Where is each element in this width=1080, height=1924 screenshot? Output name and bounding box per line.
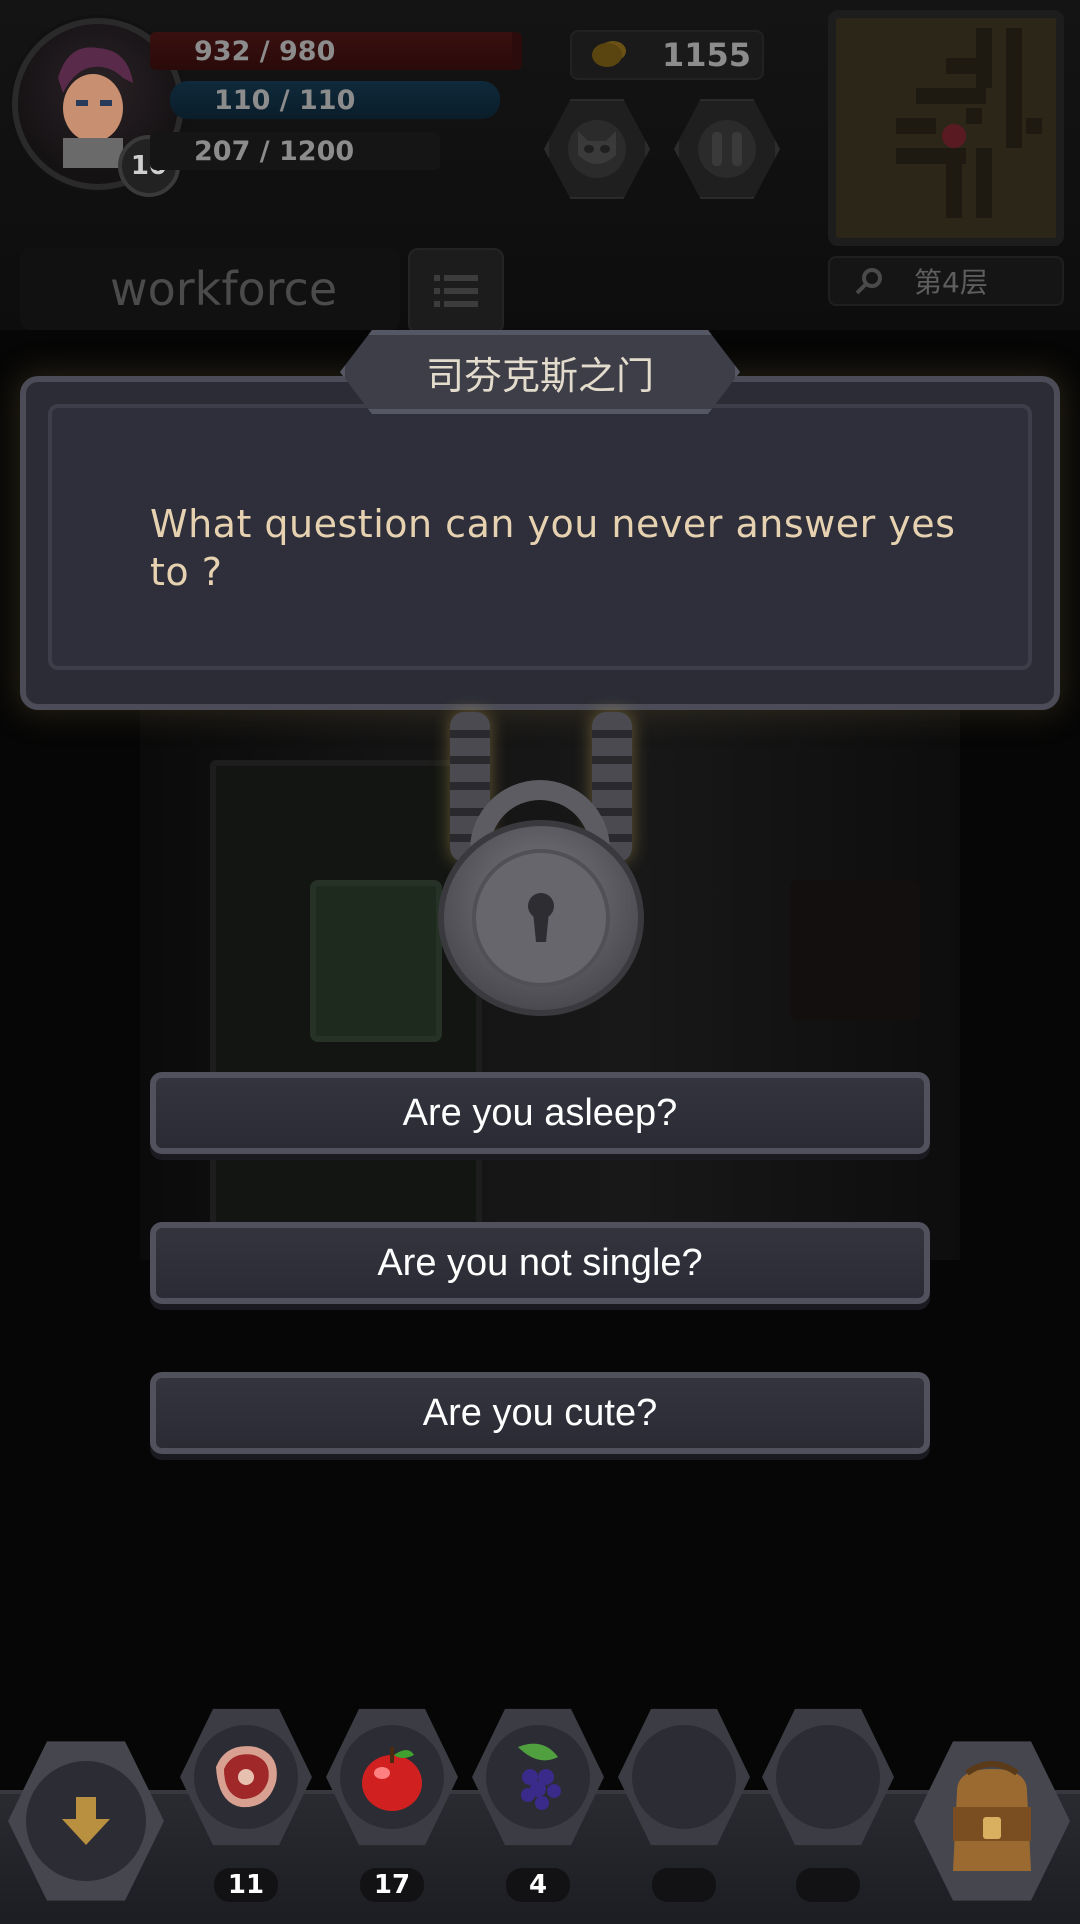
mp-value: 110 / 110 — [214, 84, 356, 116]
riddle-question: What question can you never answer yes t… — [150, 502, 956, 594]
gold-counter: 1155 — [570, 30, 764, 80]
apple-icon — [362, 1747, 422, 1811]
door-lock-plate — [310, 880, 442, 1042]
dialog-title-plate: 司芬克斯之门 — [340, 330, 740, 414]
slot-2-count: 17 — [360, 1868, 424, 1902]
gold-value: 1155 — [662, 36, 752, 74]
slot-5-count — [796, 1868, 860, 1902]
meat-icon — [216, 1746, 277, 1808]
slot-4-count — [652, 1868, 716, 1902]
padlock-icon — [438, 820, 644, 1016]
minimap[interactable] — [828, 10, 1064, 246]
hp-value: 932 / 980 — [194, 35, 336, 67]
player-name: workforce — [20, 248, 400, 330]
slot-1-count: 11 — [214, 1868, 278, 1902]
arrow-down-icon — [62, 1797, 110, 1845]
minimap-maze — [896, 28, 1042, 218]
hp-bar: 932 / 980 — [150, 32, 522, 70]
floor-label: 第4层 — [914, 266, 988, 299]
demon-face-icon — [578, 131, 616, 164]
mp-bar: 110 / 110 — [170, 81, 500, 119]
dialog-title: 司芬克斯之门 — [425, 353, 654, 398]
lock-face — [472, 849, 610, 987]
answer-option-2[interactable]: Are you not single? — [150, 1222, 930, 1304]
xp-bar: 207 / 1200 — [150, 132, 440, 170]
empty-slot — [632, 1725, 736, 1829]
xp-value: 207 / 1200 — [194, 135, 355, 167]
answer-option-1[interactable]: Are you asleep? — [150, 1072, 930, 1154]
search-icon — [855, 268, 882, 295]
slot-3-count: 4 — [506, 1868, 570, 1902]
floor-indicator[interactable]: 第4层 — [828, 256, 1064, 306]
wall-decoration — [790, 880, 920, 1020]
list-icon — [434, 275, 478, 307]
answer-option-3[interactable]: Are you cute? — [150, 1372, 930, 1454]
grapes-icon — [518, 1743, 561, 1810]
pause-icon — [712, 132, 742, 166]
gold-coin-icon — [592, 43, 622, 67]
keyhole-icon — [528, 893, 554, 942]
menu-button[interactable] — [408, 248, 504, 334]
empty-slot — [776, 1725, 880, 1829]
backpack-icon — [953, 1761, 1031, 1871]
